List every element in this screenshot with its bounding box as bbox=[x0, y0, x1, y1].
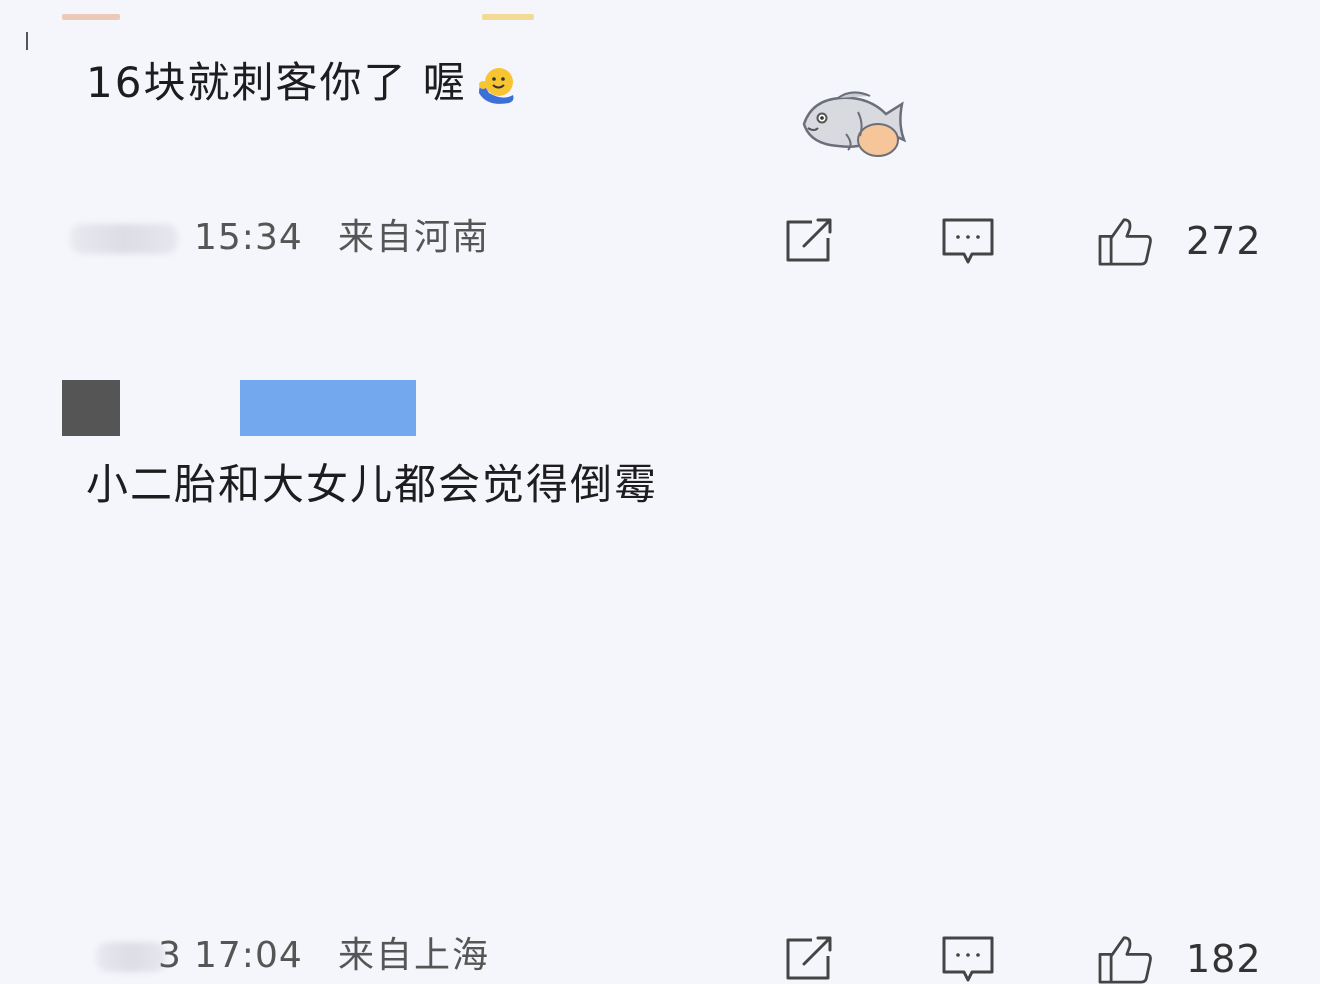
avatar[interactable] bbox=[62, 380, 120, 436]
comment-location: 来自河南 bbox=[338, 217, 491, 258]
share-icon[interactable] bbox=[782, 216, 838, 266]
thumbs-up-icon[interactable] bbox=[1094, 216, 1156, 266]
comment-item: 小二胎和大女儿都会觉得倒霉 3 17:04 来自上海 182 bbox=[0, 360, 1320, 984]
comment-item: 16块就刺客你了 喔 15:34 来自河南 272 bbox=[0, 0, 1320, 300]
comment-time: 15:34 bbox=[194, 217, 303, 258]
redacted-username bbox=[96, 942, 166, 972]
reply-icon[interactable] bbox=[940, 216, 996, 266]
comment-text: 16块就刺客你了 喔 bbox=[86, 62, 519, 109]
comment-meta: 15:34 来自河南 272 bbox=[0, 216, 1320, 266]
comment-text-content: 16块就刺客你了 喔 bbox=[86, 58, 467, 107]
like-count: 182 bbox=[1186, 937, 1262, 981]
redacted-username[interactable] bbox=[240, 380, 416, 436]
comment-text: 小二胎和大女儿都会觉得倒霉 bbox=[86, 460, 659, 509]
partial-username-char: 3 bbox=[158, 935, 181, 976]
waving-face-emoji-icon bbox=[478, 67, 514, 104]
share-icon[interactable] bbox=[782, 934, 838, 984]
like-count: 272 bbox=[1186, 219, 1262, 263]
redacted-username bbox=[70, 224, 178, 254]
comment-time: 17:04 bbox=[194, 935, 303, 976]
comment-location: 来自上海 bbox=[338, 935, 491, 976]
fish-sticker-icon bbox=[802, 91, 907, 157]
comment-meta: 3 17:04 来自上海 182 bbox=[0, 934, 1320, 984]
thumbs-up-icon[interactable] bbox=[1094, 934, 1156, 984]
reply-icon[interactable] bbox=[940, 934, 996, 984]
